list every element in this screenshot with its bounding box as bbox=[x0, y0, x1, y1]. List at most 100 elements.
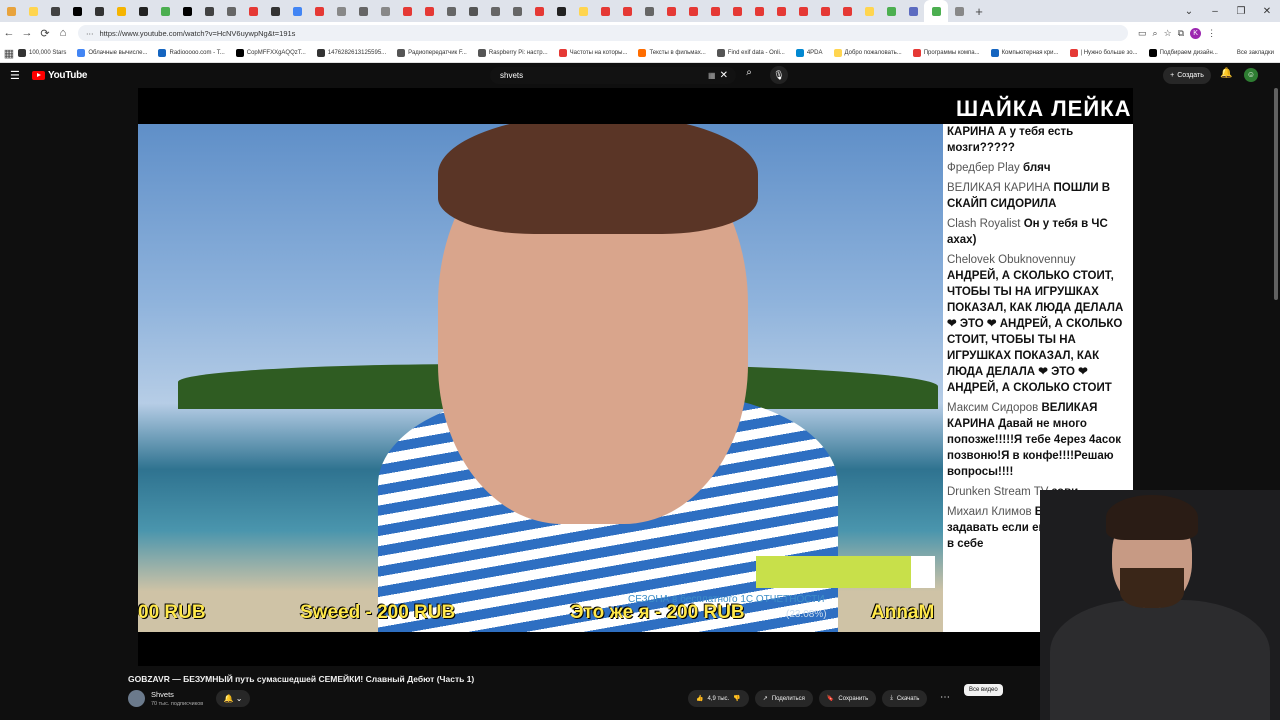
browser-tab[interactable] bbox=[836, 0, 858, 22]
url-field[interactable]: ⋯ https://www.youtube.com/watch?v=HcNV6u… bbox=[78, 25, 1128, 41]
browser-tab[interactable] bbox=[704, 0, 726, 22]
browser-tab[interactable] bbox=[22, 0, 44, 22]
bookmark-item[interactable]: 4PDA bbox=[795, 49, 823, 57]
browser-tab[interactable] bbox=[198, 0, 220, 22]
search-button[interactable]: ⌕ bbox=[740, 67, 758, 84]
bookmark-item[interactable]: Частоты на которы... bbox=[558, 49, 627, 57]
bookmark-item[interactable]: Радиопередатчик F... bbox=[397, 49, 467, 57]
account-avatar[interactable]: ☺ bbox=[1244, 68, 1258, 82]
notifications-bell-icon[interactable]: 🔔 bbox=[1220, 68, 1232, 79]
bookmark-item[interactable]: Подбираем дизайн... bbox=[1148, 49, 1218, 57]
bookmark-item[interactable]: Find exif data - Onli... bbox=[716, 49, 785, 57]
all-bookmarks-button[interactable]: Все закладки bbox=[1237, 50, 1274, 56]
apps-icon[interactable]: ▦ bbox=[0, 47, 18, 60]
bookmark-item[interactable]: CopMFFXXgAQQzT... bbox=[235, 49, 306, 57]
tab-search-icon[interactable]: ⌄ bbox=[1176, 6, 1202, 17]
browser-tab[interactable] bbox=[594, 0, 616, 22]
browser-tab[interactable] bbox=[506, 0, 528, 22]
bookmark-item[interactable]: Программы компа... bbox=[912, 49, 980, 57]
hamburger-menu-icon[interactable]: ☰ bbox=[10, 69, 24, 82]
browser-tab[interactable] bbox=[924, 0, 948, 22]
youtube-logo[interactable]: YouTube bbox=[32, 70, 88, 81]
close-window-icon[interactable]: ✕ bbox=[1254, 6, 1280, 17]
browser-tab[interactable] bbox=[462, 0, 484, 22]
save-button[interactable]: 🔖 Сохранить bbox=[818, 690, 877, 707]
more-actions-icon[interactable]: ⋯ bbox=[940, 692, 950, 703]
bookmark-item[interactable]: 1476282613125595... bbox=[316, 49, 386, 57]
browser-tab[interactable] bbox=[88, 0, 110, 22]
browser-tab[interactable] bbox=[220, 0, 242, 22]
share-button[interactable]: ↗ Поделиться bbox=[754, 690, 813, 707]
browser-tab[interactable] bbox=[0, 0, 22, 22]
browser-tab[interactable] bbox=[44, 0, 66, 22]
create-button[interactable]: + Создать bbox=[1163, 67, 1211, 84]
bookmark-item[interactable]: Компьютерная кри... bbox=[990, 49, 1059, 57]
browser-tab[interactable] bbox=[726, 0, 748, 22]
video-player[interactable]: ШАЙКА ЛЕЙКА СЕЗОНА в бесплатного 1С ОТЧЕ… bbox=[138, 88, 1133, 666]
bookmark-item[interactable]: Облачные вычисле... bbox=[77, 49, 147, 57]
video-frame[interactable]: СЕЗОНА в бесплатного 1С ОТЧЕТНОСТИ 00 RU… bbox=[138, 124, 943, 632]
browser-tab[interactable] bbox=[396, 0, 418, 22]
subscription-bell-button[interactable]: 🔔 ⌄ bbox=[216, 690, 250, 707]
browser-tab[interactable] bbox=[572, 0, 594, 22]
minimize-icon[interactable]: – bbox=[1202, 6, 1228, 17]
browser-tab[interactable] bbox=[418, 0, 440, 22]
site-info-icon[interactable]: ⋯ bbox=[86, 29, 94, 38]
channel-name[interactable]: Shvets bbox=[151, 690, 174, 699]
menu-icon[interactable]: ⋮ bbox=[1207, 28, 1216, 39]
bookmark-item[interactable]: Radiooooo.com - T... bbox=[158, 49, 225, 57]
zoom-icon[interactable]: ⌕ bbox=[1153, 28, 1158, 39]
browser-tab[interactable] bbox=[814, 0, 836, 22]
browser-tab[interactable] bbox=[264, 0, 286, 22]
browser-tab[interactable] bbox=[550, 0, 572, 22]
browser-tab[interactable] bbox=[440, 0, 462, 22]
browser-tab[interactable] bbox=[176, 0, 198, 22]
browser-tab[interactable] bbox=[660, 0, 682, 22]
channel-avatar[interactable] bbox=[128, 690, 145, 707]
profile-avatar[interactable]: K bbox=[1190, 27, 1202, 39]
browser-tab[interactable] bbox=[308, 0, 330, 22]
cast-icon[interactable]: ▭ bbox=[1138, 28, 1147, 39]
browser-tab[interactable] bbox=[66, 0, 88, 22]
browser-tab[interactable] bbox=[528, 0, 550, 22]
browser-tab[interactable] bbox=[880, 0, 902, 22]
maximize-icon[interactable]: ❐ bbox=[1228, 6, 1254, 17]
browser-tab[interactable] bbox=[682, 0, 704, 22]
bookmark-item[interactable]: Raspberry Pi: настр... bbox=[477, 49, 548, 57]
dislike-icon[interactable]: 👎 bbox=[733, 695, 740, 702]
download-button[interactable]: ⤓ Скачать bbox=[882, 690, 928, 707]
browser-tab[interactable] bbox=[154, 0, 176, 22]
browser-tab[interactable] bbox=[330, 0, 352, 22]
forward-icon[interactable]: → bbox=[18, 27, 36, 39]
browser-tab[interactable] bbox=[638, 0, 660, 22]
reload-icon[interactable]: ⟳ bbox=[36, 27, 54, 40]
extensions-icon[interactable]: ⧉ bbox=[1178, 28, 1184, 39]
browser-tab[interactable] bbox=[616, 0, 638, 22]
mic-icon[interactable]: 🎙 bbox=[770, 66, 788, 84]
keyboard-icon[interactable]: ▦ bbox=[708, 71, 716, 80]
browser-tab[interactable] bbox=[242, 0, 264, 22]
bookmark-item[interactable]: | Нужно больше зо... bbox=[1069, 49, 1138, 57]
browser-tab[interactable] bbox=[748, 0, 770, 22]
browser-tab[interactable] bbox=[902, 0, 924, 22]
back-icon[interactable]: ← bbox=[0, 27, 18, 39]
browser-tab[interactable] bbox=[132, 0, 154, 22]
star-icon[interactable]: ☆ bbox=[1164, 28, 1172, 39]
browser-tab[interactable] bbox=[948, 0, 970, 22]
new-tab-button[interactable]: + bbox=[970, 0, 988, 22]
bookmark-item[interactable]: 100,000 Stars bbox=[18, 49, 66, 57]
browser-tab[interactable] bbox=[110, 0, 132, 22]
browser-tab[interactable] bbox=[770, 0, 792, 22]
browser-tab[interactable] bbox=[286, 0, 308, 22]
page-scrollbar[interactable] bbox=[1274, 88, 1278, 300]
bookmark-item[interactable]: Тексты в фильмах... bbox=[638, 49, 706, 57]
browser-tab[interactable] bbox=[352, 0, 374, 22]
bookmark-item[interactable]: Добро пожаловать... bbox=[833, 49, 902, 57]
browser-tab[interactable] bbox=[374, 0, 396, 22]
clear-search-icon[interactable]: ✕ bbox=[720, 70, 728, 81]
browser-tab[interactable] bbox=[792, 0, 814, 22]
all-videos-chip[interactable]: Все видео bbox=[964, 684, 1003, 696]
browser-tab[interactable] bbox=[484, 0, 506, 22]
search-input[interactable]: shvets ▦ ✕ bbox=[490, 67, 736, 84]
home-icon[interactable]: ⌂ bbox=[54, 27, 72, 39]
